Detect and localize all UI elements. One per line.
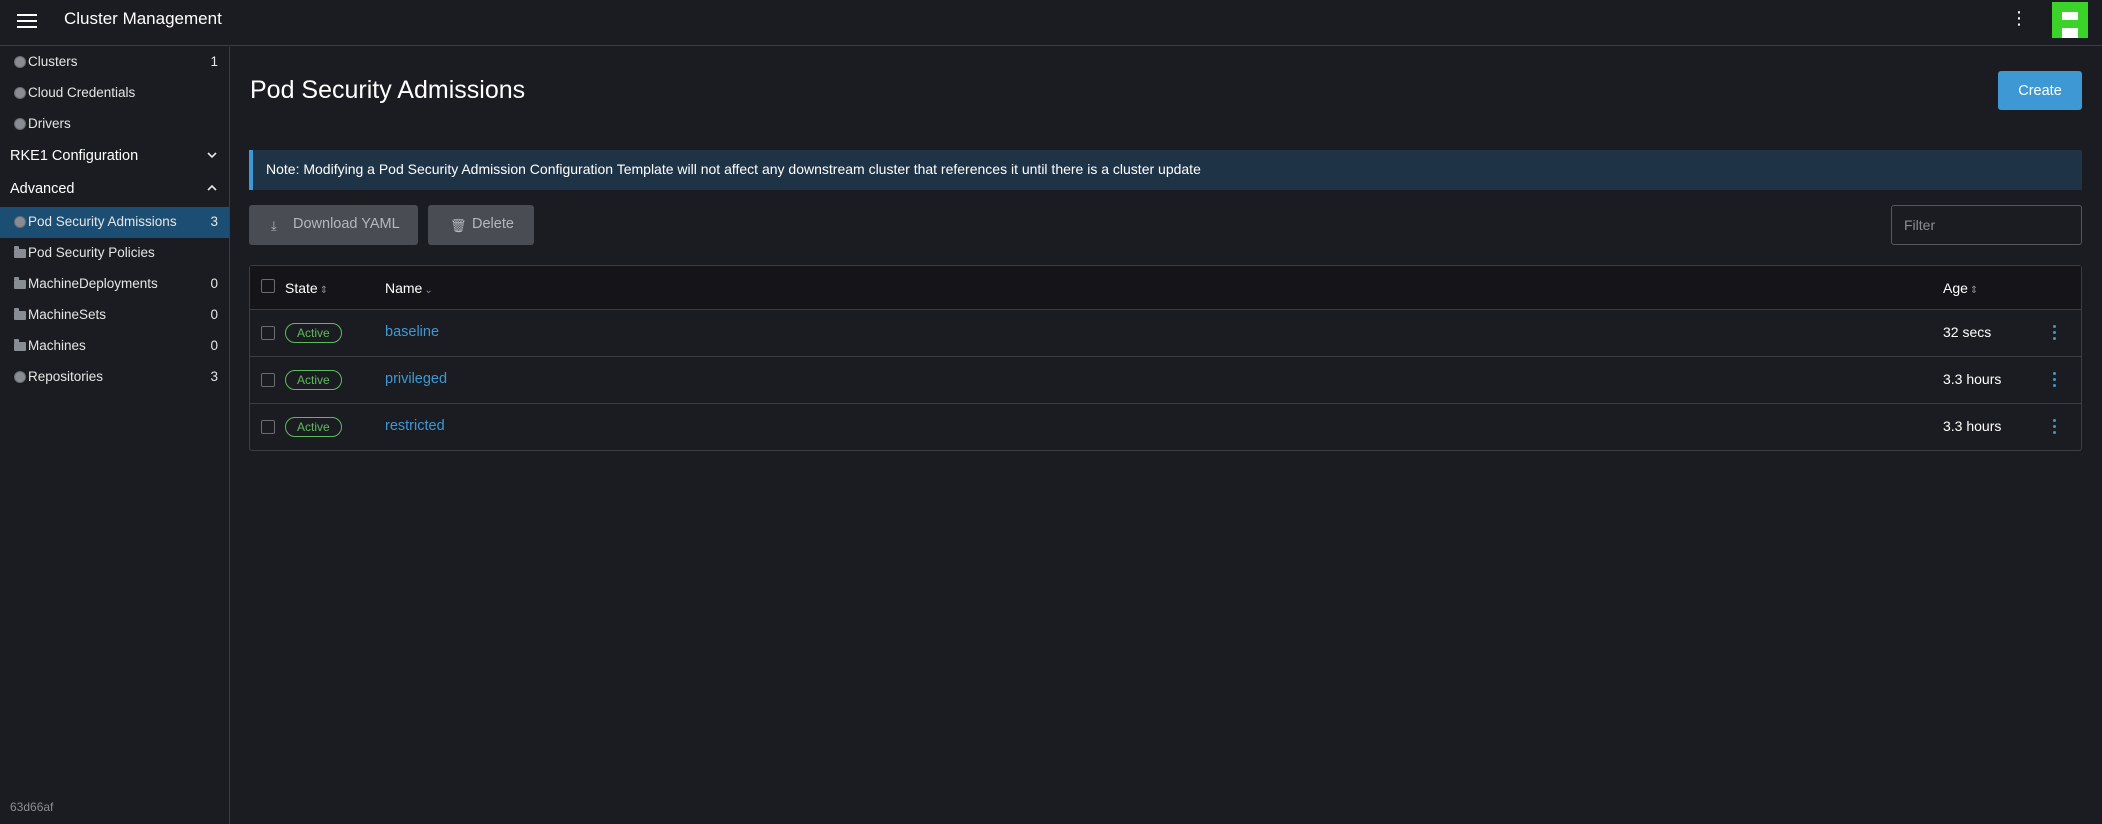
sort-icon: ⇕ <box>319 285 329 296</box>
sidebar-item-pod-security-admissions[interactable]: Pod Security Admissions 3 <box>0 207 229 238</box>
banner-text: Note: Modifying a Pod Security Admission… <box>266 161 1201 177</box>
column-header-state[interactable]: State ⇕ <box>285 280 328 296</box>
sidebar-item-label: Pod Security Policies <box>28 245 155 260</box>
create-button[interactable]: Create <box>1998 71 2082 110</box>
sidebar-item-count: 3 <box>210 369 218 384</box>
sidebar-item-count: 0 <box>210 307 218 322</box>
sidebar-item-label: Drivers <box>28 116 71 131</box>
filter-input[interactable] <box>1891 205 2082 245</box>
hamburger-menu-icon[interactable] <box>17 10 39 28</box>
row-actions-icon[interactable] <box>2049 416 2059 438</box>
sidebar: Clusters 1 Cloud Credentials Drivers RKE… <box>0 47 230 824</box>
sidebar-item-label: Repositories <box>28 369 104 384</box>
more-options-icon[interactable]: ⋮ <box>2010 8 2028 28</box>
globe-icon <box>14 216 26 228</box>
sidebar-item-repositories[interactable]: Repositories 3 <box>0 362 229 393</box>
sort-icon: ⇕ <box>1969 285 1979 296</box>
sidebar-item-drivers[interactable]: Drivers <box>0 109 229 140</box>
app-title: Cluster Management <box>64 9 222 28</box>
sidebar-item-label: Clusters <box>28 54 78 69</box>
table-row: Active privileged 3.3 hours <box>250 357 2081 404</box>
sidebar-item-pod-security-policies[interactable]: Pod Security Policies <box>0 238 229 269</box>
top-header: Cluster Management ⋮ <box>0 0 2102 46</box>
folder-icon <box>14 246 26 258</box>
sidebar-item-clusters[interactable]: Clusters 1 <box>0 47 229 78</box>
sidebar-item-label: MachineDeployments <box>28 276 158 291</box>
row-checkbox[interactable] <box>261 420 275 434</box>
download-yaml-button[interactable]: ⤓ Download YAML <box>249 205 418 245</box>
sidebar-item-label: Pod Security Admissions <box>28 214 177 229</box>
sidebar-item-cloud-credentials[interactable]: Cloud Credentials <box>0 78 229 109</box>
folder-icon <box>14 308 26 320</box>
chevron-down-icon <box>207 152 217 159</box>
folder-icon <box>14 339 26 351</box>
trash-icon: 🗑 <box>450 218 467 233</box>
age-value: 3.3 hours <box>1943 371 2002 387</box>
delete-button[interactable]: 🗑 Delete <box>428 205 534 245</box>
sidebar-group-label: Advanced <box>10 181 75 197</box>
age-value: 32 secs <box>1943 324 1992 340</box>
sidebar-item-count: 3 <box>210 214 218 229</box>
column-header-name[interactable]: Name ⌄ <box>385 280 433 296</box>
table-row: Active restricted 3.3 hours <box>250 404 2081 451</box>
sidebar-group-rke1-configuration[interactable]: RKE1 Configuration <box>0 142 229 172</box>
folder-icon <box>14 277 26 289</box>
sidebar-item-label: Cloud Credentials <box>28 85 136 100</box>
download-icon: ⤓ <box>271 218 277 233</box>
chevron-up-icon <box>207 184 217 191</box>
sidebar-group-advanced[interactable]: Advanced <box>0 175 229 205</box>
row-checkbox[interactable] <box>261 373 275 387</box>
status-badge: Active <box>285 370 342 390</box>
resource-name-link[interactable]: privileged <box>385 371 447 387</box>
sidebar-group-label: RKE1 Configuration <box>10 148 139 164</box>
version-label: 63d66af <box>10 800 54 814</box>
age-value: 3.3 hours <box>1943 418 2002 434</box>
sidebar-item-machinesets[interactable]: MachineSets 0 <box>0 300 229 331</box>
table-header: State ⇕ Name ⌄ Age ⇕ <box>250 266 2081 310</box>
page-title: Pod Security Admissions <box>250 76 526 104</box>
globe-icon <box>14 56 26 68</box>
table-row: Active baseline 32 secs <box>250 310 2081 357</box>
column-header-age[interactable]: Age ⇕ <box>1943 280 1978 296</box>
avatar[interactable] <box>2052 2 2088 38</box>
resources-table: State ⇕ Name ⌄ Age ⇕ Active baseline 32 sec… <box>249 265 2082 451</box>
row-actions-icon[interactable] <box>2049 369 2059 391</box>
sidebar-item-machinedeployments[interactable]: MachineDeployments 0 <box>0 269 229 300</box>
sidebar-item-label: MachineSets <box>28 307 107 322</box>
status-badge: Active <box>285 323 342 343</box>
resource-name-link[interactable]: baseline <box>385 324 439 340</box>
download-yaml-label: Download YAML <box>293 216 400 232</box>
sort-down-icon: ⌄ <box>424 285 433 296</box>
select-all-checkbox[interactable] <box>261 279 275 293</box>
resource-name-link[interactable]: restricted <box>385 418 445 434</box>
sidebar-item-count: 0 <box>210 276 218 291</box>
sidebar-item-count: 0 <box>210 338 218 353</box>
status-badge: Active <box>285 417 342 437</box>
sidebar-item-count: 1 <box>210 54 218 69</box>
sidebar-item-label: Machines <box>28 338 86 353</box>
delete-label: Delete <box>472 216 514 232</box>
globe-icon <box>14 118 26 130</box>
sidebar-item-machines[interactable]: Machines 0 <box>0 331 229 362</box>
globe-icon <box>14 87 26 99</box>
row-actions-icon[interactable] <box>2049 322 2059 344</box>
info-banner: Note: Modifying a Pod Security Admission… <box>249 150 2082 190</box>
globe-icon <box>14 371 26 383</box>
row-checkbox[interactable] <box>261 326 275 340</box>
